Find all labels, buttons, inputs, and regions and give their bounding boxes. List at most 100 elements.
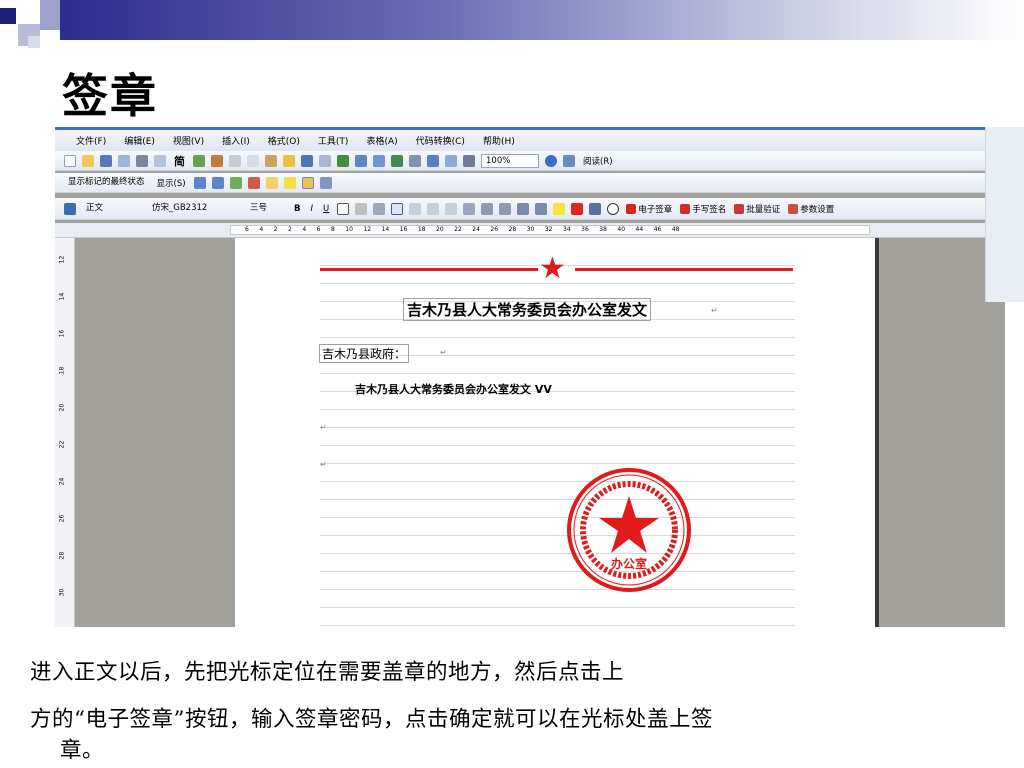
menu-view[interactable]: 视图(V) [164,134,213,147]
vertical-ruler-tick: 12 [58,255,66,264]
track-changes-icon[interactable] [301,176,314,189]
format-painter-icon[interactable] [283,154,295,167]
columns-icon[interactable] [409,154,421,167]
menu-tools[interactable]: 工具(T) [309,134,358,147]
bullets-icon[interactable] [499,202,512,215]
accept-change-icon[interactable] [229,176,242,189]
decrease-indent-icon[interactable] [517,202,530,215]
phonetic-guide-icon[interactable] [589,202,602,215]
menu-help[interactable]: 帮助(H) [474,134,524,147]
settings-button[interactable]: 参数设置 [784,203,838,215]
align-right-icon[interactable] [427,202,440,215]
next-change-icon[interactable] [211,176,224,189]
tables-borders-icon[interactable] [355,154,367,167]
save-icon[interactable] [100,154,112,167]
jian-button[interactable]: 简 [169,153,190,169]
reject-change-icon[interactable] [247,176,260,189]
vertical-ruler-tick: 22 [58,440,66,449]
read-mode-button[interactable]: 阅读(R) [578,155,618,167]
research-icon[interactable] [211,154,223,167]
menu-edit[interactable]: 编辑(E) [115,134,164,147]
font-size-select[interactable]: 三号 [246,202,286,216]
markup-state-select[interactable]: 显示标记的最终状态 [64,176,149,190]
char-border-icon[interactable] [337,202,350,215]
ruler-tick-label: 8 [330,226,335,233]
drawing-icon[interactable] [427,154,439,167]
menu-file[interactable]: 文件(F) [67,134,115,147]
print-preview-icon[interactable] [154,154,166,167]
show-markup-button[interactable]: 显示(S) [152,177,191,189]
print-icon[interactable] [136,154,148,167]
decor-square-mid [40,0,60,30]
horizontal-ruler[interactable]: 6 4 2 2 4 6 8 10 12 14 16 18 20 22 24 26 28 30 32 34 36 38 40 4… [55,223,990,238]
styles-icon[interactable] [64,202,76,215]
ruler-tick-label: 16 [399,226,408,233]
vertical-ruler[interactable]: 12 14 16 18 20 22 24 26 28 30 [55,238,75,627]
numbering-icon[interactable] [481,202,494,215]
caption-line-3: 章。 [60,738,105,763]
copy-icon[interactable] [247,154,259,167]
reviewing-toolbar: 显示标记的最终状态 显示(S) [55,173,990,193]
ruler-tick-label: 4 [302,226,307,233]
char-scale-icon[interactable] [373,202,386,215]
menu-code-convert[interactable]: 代码转换(C) [407,134,474,147]
cut-icon[interactable] [229,154,241,167]
increase-indent-icon[interactable] [535,202,548,215]
open-icon[interactable] [82,154,94,167]
italic-button[interactable]: I [305,204,318,214]
undo-icon[interactable] [301,154,313,167]
underline-button[interactable]: U [318,204,334,214]
line-spacing-icon[interactable] [463,202,476,215]
insert-excel-icon[interactable] [391,154,403,167]
menu-table[interactable]: 表格(A) [357,134,406,147]
font-color-icon[interactable] [571,202,584,215]
highlight-icon[interactable] [553,202,566,215]
align-center-icon[interactable] [409,202,422,215]
help-icon[interactable] [545,154,557,167]
hand-sign-label: 手写签名 [692,204,727,215]
doc-map-icon[interactable] [445,154,457,167]
style-select[interactable]: 正文 [82,202,142,216]
spelling-icon[interactable] [193,154,205,167]
header-red-line-left [320,268,538,271]
ruler-tick-label: 24 [472,226,480,233]
prev-change-icon[interactable] [193,176,206,189]
ruler-tick-label: 6 [316,226,321,233]
paragraph-mark-blank-1: ↵ [320,423,327,432]
e-seal-button[interactable]: 电子签章 [622,203,676,215]
insert-table-icon[interactable] [373,154,385,167]
justify-icon[interactable] [445,202,458,215]
vertical-ruler-tick: 14 [58,292,66,301]
document-title[interactable]: 吉木乃县人大常务委员会办公室发文 [403,298,652,321]
bold-button[interactable]: B [289,204,305,214]
show-hide-icon[interactable] [463,154,475,167]
document-page[interactable]: ★ 吉木乃县人大常务委员会办公室发文 ↵ 吉木乃县政府： ↵ 吉木乃县人大常务委… [235,238,875,627]
caption-line-1: 进入正文以后，先把光标定位在需要盖章的地方，然后点击上 [30,660,625,685]
align-left-icon[interactable] [391,202,404,215]
read-mode-icon[interactable] [563,154,575,167]
vertical-ruler-tick: 28 [58,551,66,560]
font-select[interactable]: 仿宋_GB2312 [148,202,240,216]
document-body-line[interactable]: 吉木乃县人大常务委员会办公室发文 VV [355,381,552,397]
document-addressee[interactable]: 吉木乃县政府： [319,344,410,363]
new-doc-icon[interactable] [64,154,76,167]
paste-icon[interactable] [265,154,277,167]
hand-sign-button[interactable]: 手写签名 [676,203,730,215]
vertical-ruler-tick: 18 [58,366,66,375]
ruler-tick-label: 2 [273,226,278,233]
menu-format[interactable]: 格式(O) [259,134,309,147]
hyperlink-icon[interactable] [337,154,349,167]
ruler-tick-label: 6 [245,226,249,233]
reviewing-pane-icon[interactable] [319,176,332,189]
new-comment-icon[interactable] [265,176,278,189]
ruler-tick-label: 48 [671,226,680,233]
menu-insert[interactable]: 插入(I) [213,134,259,147]
batch-verify-button[interactable]: 批量验证 [730,203,784,215]
redo-icon[interactable] [319,154,331,167]
char-shading-icon[interactable] [355,202,368,215]
header-star-icon: ★ [539,251,566,286]
highlight-change-icon[interactable] [283,176,296,189]
zoom-select[interactable]: 100% [481,153,539,168]
permission-icon[interactable] [118,154,130,167]
enclose-char-icon[interactable] [607,202,620,215]
